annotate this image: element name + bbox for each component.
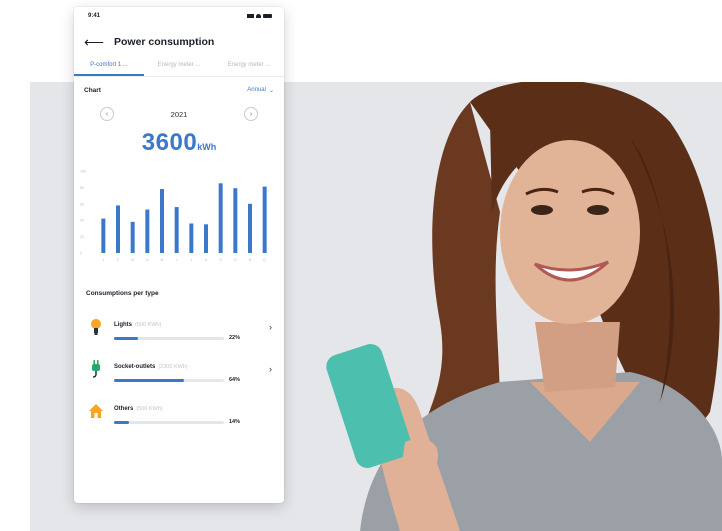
consumption-type-name: Socket-outlets (114, 364, 156, 370)
x-tick-label: N (249, 258, 252, 262)
chart-bar[interactable] (233, 188, 238, 253)
chevron-down-icon: ⌄ (268, 87, 274, 94)
consumption-bar-chart: 0 20 40 60 80 100 J F M A M J J A S O N D (80, 170, 267, 262)
status-time: 9:41 (88, 13, 101, 19)
chevron-right-icon[interactable]: › (269, 322, 272, 332)
consumptions-title: Consumptions per type (86, 290, 159, 297)
y-tick-label: 100 (80, 170, 86, 174)
x-tick-label: O (234, 258, 237, 262)
lightbulb-icon (88, 317, 104, 337)
chart-bar[interactable] (116, 205, 120, 253)
x-tick-label: J (102, 258, 104, 262)
period-label: Annual (247, 87, 266, 93)
year-selector: ‹ 2021 › (74, 103, 284, 125)
previous-year-button[interactable]: ‹ (100, 107, 114, 121)
next-year-button[interactable]: › (244, 107, 258, 121)
back-arrow-icon[interactable]: ⟵ (84, 35, 104, 49)
chart-bar[interactable] (204, 224, 208, 253)
consumption-progress-fill (114, 336, 139, 340)
x-tick-label: S (219, 258, 222, 262)
x-tick-label: A (205, 258, 208, 262)
chart-bar[interactable] (160, 189, 164, 253)
consumption-type-title: Socket-outlets (2300 KWh) (114, 355, 263, 373)
consumption-type-name: Others (114, 406, 134, 412)
consumption-progress-row: 14% (114, 419, 272, 425)
y-tick-label: 0 (80, 252, 82, 256)
tab-energy-meter-2[interactable]: Energy meter ... (214, 59, 284, 76)
chart-bar[interactable] (145, 209, 150, 253)
y-tick-label: 20 (80, 235, 84, 239)
consumption-type-body: Others (500 KWh) 14% (114, 397, 272, 425)
chart-bar[interactable] (262, 186, 267, 253)
consumption-percent: 22% (229, 335, 241, 341)
y-tick-label: 80 (80, 186, 84, 190)
total-consumption: 3600kWh (74, 125, 284, 159)
consumption-progress-row: 64% (114, 377, 263, 383)
chart-bar[interactable] (174, 207, 179, 253)
consumption-type-name: Lights (114, 322, 132, 328)
chart-header: Chart Annual ⌄ (74, 77, 284, 103)
x-tick-label: F (117, 258, 119, 262)
consumption-percent: 14% (229, 419, 241, 425)
x-tick-label: D (263, 258, 266, 262)
chevron-right-icon[interactable]: › (269, 364, 272, 374)
wifi-icon (256, 14, 261, 18)
consumption-progress-track (114, 336, 224, 340)
status-bar: 9:41 (74, 7, 284, 25)
chart-bar[interactable] (248, 203, 252, 253)
year-label: 2021 (170, 109, 188, 119)
consumption-type-title: Others (500 KWh) (114, 397, 272, 415)
x-tick-label: M (131, 258, 134, 262)
consumption-progress-fill (114, 378, 185, 382)
signal-icon (247, 14, 254, 18)
plug-icon (88, 359, 104, 379)
chart-bar[interactable] (101, 218, 106, 253)
battery-icon (263, 14, 272, 18)
total-value: 3600 (141, 129, 198, 156)
y-tick-label: 40 (80, 219, 84, 223)
consumption-type-body: Lights (500 KWh) 22% (114, 313, 263, 341)
x-tick-label: J (176, 258, 178, 262)
nav-bar: ⟵ Power consumption (74, 25, 284, 59)
consumption-type-title: Lights (500 KWh) (114, 313, 263, 331)
x-tick-label: J (190, 258, 192, 262)
chart-bar[interactable] (218, 183, 223, 253)
y-tick-label: 60 (80, 202, 84, 206)
consumption-type-row[interactable]: Socket-outlets (2300 KWh) 64% › (74, 348, 284, 390)
phone-screen: 9:41 ⟵ Power consumption P-comfort 1 ...… (74, 7, 284, 503)
tab-p-comfort[interactable]: P-comfort 1 ... (74, 59, 144, 76)
x-tick-label: M (161, 258, 164, 262)
chart-bar[interactable] (130, 221, 135, 253)
consumption-type-row[interactable]: Lights (500 KWh) 22% › (74, 306, 284, 348)
consumption-type-body: Socket-outlets (2300 KWh) 64% (114, 355, 263, 383)
consumption-type-kwh: (500 KWh) (135, 322, 162, 328)
consumption-progress-row: 22% (114, 335, 263, 341)
consumption-type-row: Others (500 KWh) 14% (74, 390, 284, 432)
chevron-left-icon: ‹ (105, 110, 109, 118)
total-unit: kWh (197, 142, 217, 152)
device-tabs: P-comfort 1 ... Energy meter ... Energy … (74, 59, 284, 77)
x-tick-label: A (146, 258, 149, 262)
consumption-type-kwh: (500 KWh) (136, 406, 163, 412)
tab-energy-meter-1[interactable]: Energy meter ... (144, 59, 214, 76)
consumption-progress-fill (114, 420, 130, 424)
chart-label: Chart (84, 86, 101, 94)
page-title: Power consumption (114, 36, 215, 48)
period-dropdown[interactable]: Annual ⌄ (247, 87, 274, 94)
consumption-progress-track (114, 420, 224, 424)
house-icon (88, 401, 104, 421)
status-icons (247, 14, 272, 18)
chevron-right-icon: › (249, 110, 253, 118)
chart-bar[interactable] (189, 223, 194, 253)
consumption-type-list: Lights (500 KWh) 22% › Socket-outlets (2300 K… (74, 306, 284, 432)
consumption-progress-track (114, 378, 224, 382)
consumption-percent: 64% (229, 377, 241, 383)
consumption-type-kwh: (2300 KWh) (158, 364, 188, 370)
